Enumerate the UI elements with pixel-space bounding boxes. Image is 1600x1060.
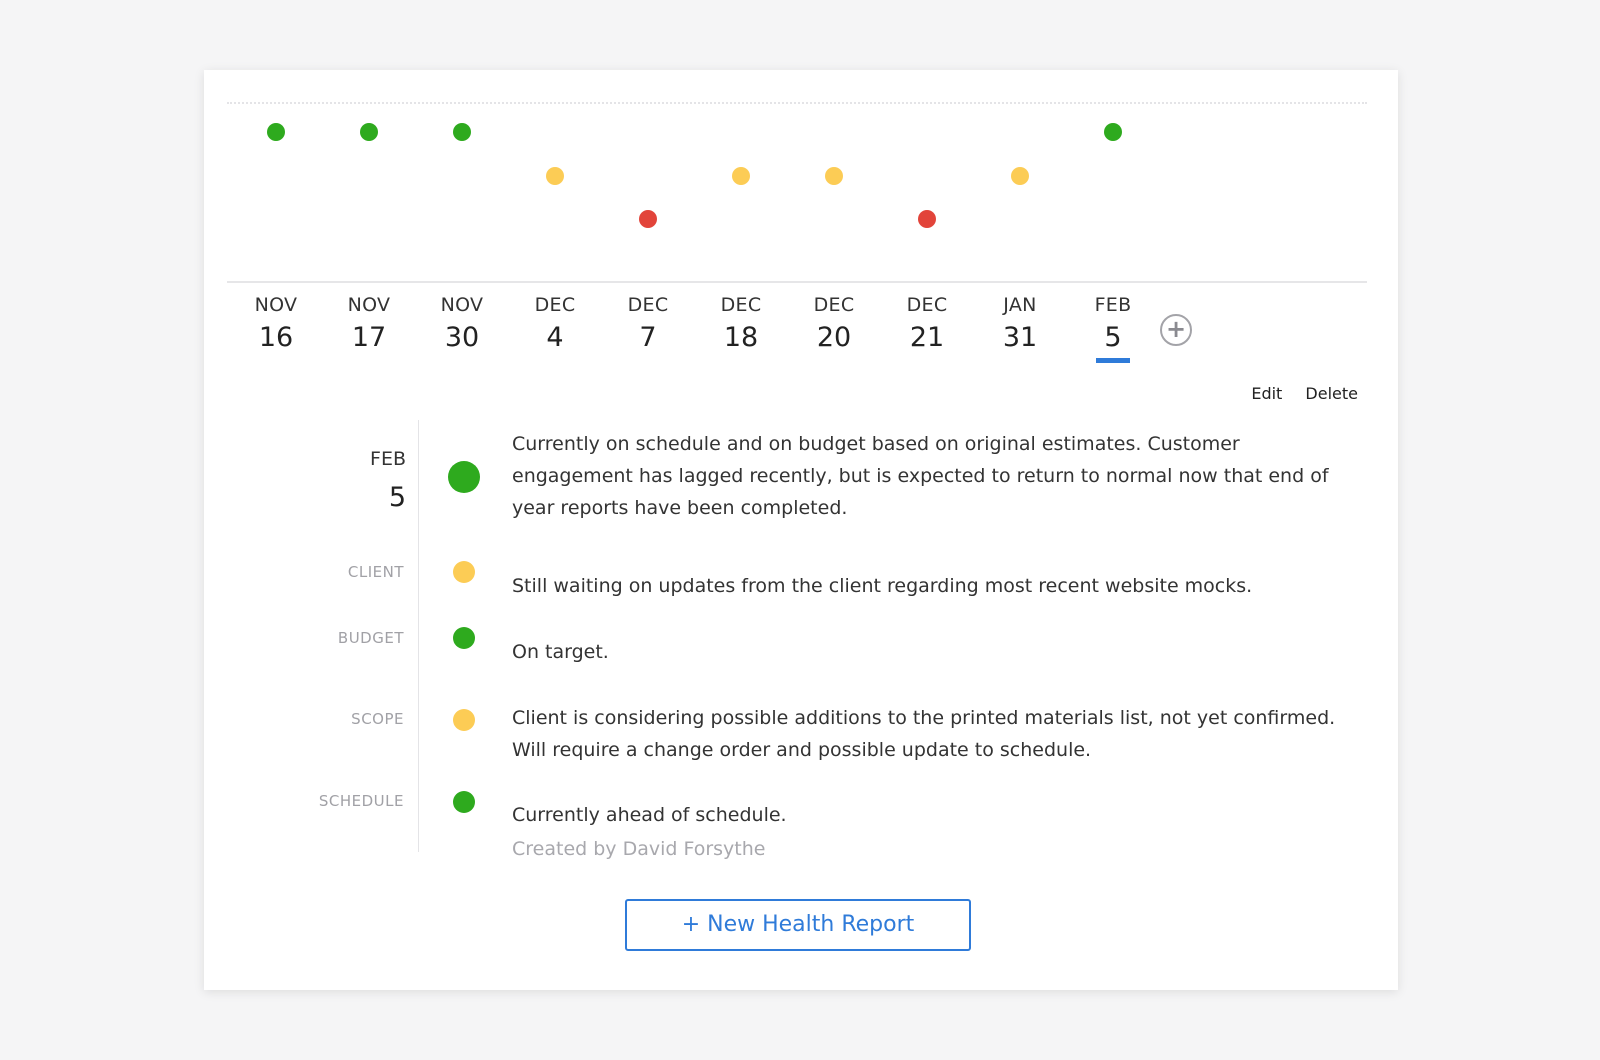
- timeline-dot-green[interactable]: [1104, 123, 1122, 141]
- report-actions: Edit Delete: [1233, 384, 1358, 403]
- status-dot-green: [453, 627, 475, 649]
- timeline-dot-yellow[interactable]: [546, 167, 564, 185]
- timeline-dot-yellow[interactable]: [732, 167, 750, 185]
- date-tab[interactable]: NOV 16: [231, 294, 321, 353]
- date-tab-month: DEC: [534, 294, 576, 316]
- timeline-dot-yellow[interactable]: [825, 167, 843, 185]
- date-tab-month: DEC: [720, 294, 762, 316]
- timeline-dot-red[interactable]: [918, 210, 936, 228]
- row-label-client: CLIENT: [347, 563, 404, 581]
- detail-day: 5: [388, 482, 406, 513]
- created-by: Created by David Forsythe: [512, 838, 766, 860]
- date-tab-day: 20: [816, 322, 852, 353]
- date-tab-day: 7: [639, 322, 657, 353]
- detail-divider: [418, 420, 419, 852]
- summary-text: Currently on schedule and on budget base…: [512, 433, 1329, 519]
- status-dot-yellow: [453, 561, 475, 583]
- date-tab-month: NOV: [254, 294, 298, 316]
- date-tab[interactable]: DEC 21: [882, 294, 972, 353]
- date-tab[interactable]: DEC 4: [510, 294, 600, 353]
- timeline-top-divider: [227, 102, 1367, 104]
- date-tab-month: NOV: [440, 294, 484, 316]
- health-report-card: NOV 16 NOV 17 NOV 30 DEC 4 DEC 7 DEC 18 DEC 20 DEC 21 JA…: [204, 70, 1398, 990]
- date-tab-day: 18: [723, 322, 759, 353]
- date-tab-month: DEC: [627, 294, 669, 316]
- plus-circle-icon[interactable]: +: [1160, 314, 1192, 346]
- date-tab-day: 5: [1104, 322, 1122, 353]
- detail-date: FEB 5: [324, 448, 406, 513]
- date-tab[interactable]: JAN 31: [975, 294, 1065, 353]
- new-health-report-button[interactable]: + New Health Report: [625, 899, 971, 951]
- date-tab-month: DEC: [906, 294, 948, 316]
- status-dot-green: [453, 791, 475, 813]
- selected-tab-indicator: [1096, 358, 1130, 363]
- row-text-schedule: Currently ahead of schedule.: [512, 804, 787, 826]
- row-label-scope: SCOPE: [351, 710, 404, 728]
- date-tab[interactable]: NOV 30: [417, 294, 507, 353]
- status-dot-yellow: [453, 709, 475, 731]
- timeline-dot-green[interactable]: [360, 123, 378, 141]
- timeline-dot-yellow[interactable]: [1011, 167, 1029, 185]
- date-tab[interactable]: FEB 5: [1068, 294, 1158, 363]
- date-tab-day: 31: [1002, 322, 1038, 353]
- row-text-client: Still waiting on updates from the client…: [512, 575, 1253, 597]
- delete-link[interactable]: Delete: [1305, 384, 1358, 403]
- timeline-dot-red[interactable]: [639, 210, 657, 228]
- date-tab-day: 17: [351, 322, 387, 353]
- date-tab[interactable]: DEC 7: [603, 294, 693, 353]
- row-label-schedule: SCHEDULE: [318, 792, 404, 810]
- row-label-budget: BUDGET: [337, 629, 404, 647]
- date-tab-day: 4: [546, 322, 564, 353]
- status-dot-green: [448, 461, 480, 493]
- date-tab-month: NOV: [347, 294, 391, 316]
- date-tab[interactable]: DEC 18: [696, 294, 786, 353]
- date-tab-month: DEC: [813, 294, 855, 316]
- date-tab[interactable]: NOV 17: [324, 294, 414, 353]
- timeline-axis: [227, 281, 1367, 283]
- date-tab-day: 30: [444, 322, 480, 353]
- date-tab-month: JAN: [1003, 294, 1037, 316]
- date-tab-day: 16: [258, 322, 294, 353]
- date-tab-month: FEB: [1094, 294, 1132, 316]
- timeline-dot-green[interactable]: [267, 123, 285, 141]
- date-tab[interactable]: DEC 20: [789, 294, 879, 353]
- edit-link[interactable]: Edit: [1251, 384, 1282, 403]
- row-text-budget: On target.: [512, 641, 609, 663]
- detail-month: FEB: [370, 448, 406, 470]
- timeline-dot-green[interactable]: [453, 123, 471, 141]
- row-text-scope: Client is considering possible additions…: [512, 707, 1336, 761]
- date-tab-day: 21: [909, 322, 945, 353]
